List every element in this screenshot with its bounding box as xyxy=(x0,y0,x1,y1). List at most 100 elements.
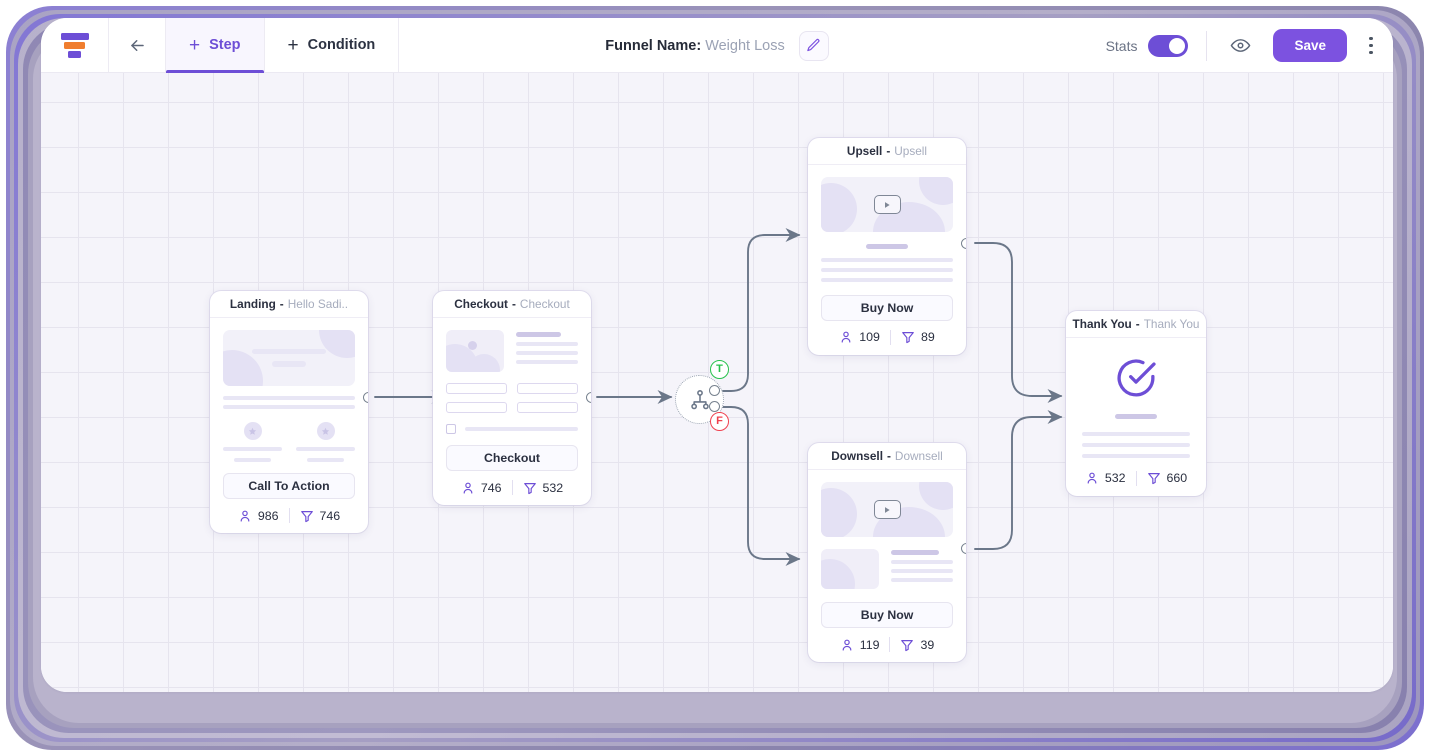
edit-funnel-name-button[interactable] xyxy=(798,30,829,61)
landing-cta-button[interactable]: Call To Action xyxy=(223,473,355,499)
upsell-conversions-value: 89 xyxy=(920,330,935,344)
landing-visitor-stat: 986 xyxy=(238,509,279,523)
tab-add-condition-label: Condition xyxy=(307,37,376,53)
toolbar-divider xyxy=(1206,30,1208,61)
stats-toggle[interactable] xyxy=(1148,34,1189,57)
toggle-knob xyxy=(1169,37,1186,54)
downsell-visitors-value: 119 xyxy=(859,637,880,652)
node-downsell-subtitle: Downsell xyxy=(894,449,943,463)
landing-output-port[interactable] xyxy=(363,392,368,403)
node-landing[interactable]: Landing - Hello Sadi.. Call To Action 98… xyxy=(210,291,368,533)
node-checkout-header: Checkout - Checkout xyxy=(433,291,591,318)
checkout-visitors-value: 746 xyxy=(480,480,502,495)
checkout-field-row-2 xyxy=(446,402,578,413)
node-downsell-header: Downsell - Downsell xyxy=(808,443,966,470)
downsell-output-port[interactable] xyxy=(961,543,966,554)
checkout-visitor-stat: 746 xyxy=(461,481,502,495)
node-downsell[interactable]: Downsell - Downsell Buy Now 119 39 xyxy=(808,443,966,662)
tab-add-condition[interactable]: + Condition xyxy=(265,18,400,72)
more-options-button[interactable] xyxy=(1361,31,1381,61)
funnel-logo-icon xyxy=(60,32,89,58)
checkout-conversions-value: 532 xyxy=(542,480,564,495)
plus-icon: + xyxy=(287,34,299,56)
downsell-visitor-stat: 119 xyxy=(840,637,880,652)
upsell-output-port[interactable] xyxy=(961,238,966,249)
node-checkout-subtitle: Checkout xyxy=(519,297,570,311)
play-icon xyxy=(885,201,890,208)
play-button[interactable] xyxy=(873,195,901,214)
downsell-image-placeholder xyxy=(821,549,879,589)
person-icon xyxy=(841,331,851,343)
upsell-conversion-stat: 89 xyxy=(901,330,935,344)
condition-false-port[interactable] xyxy=(709,401,720,412)
node-landing-body: Call To Action 986 746 xyxy=(210,318,368,533)
tab-add-step[interactable]: + Step xyxy=(166,18,265,73)
landing-feature-row xyxy=(223,422,355,462)
hierarchy-icon xyxy=(690,389,709,409)
node-title-separator: - xyxy=(511,297,516,311)
condition-true-badge: T xyxy=(710,360,729,379)
node-upsell[interactable]: Upsell - Upsell Buy Now 109 89 xyxy=(808,138,966,355)
node-landing-subtitle: Hello Sadi.. xyxy=(287,297,349,311)
condition-true-port[interactable] xyxy=(709,385,720,396)
node-upsell-subtitle: Upsell xyxy=(894,144,928,158)
back-button[interactable] xyxy=(109,18,166,72)
landing-conversion-stat: 746 xyxy=(300,509,340,523)
app-logo[interactable] xyxy=(41,18,109,72)
node-thankyou[interactable]: Thank You - Thank You 532 660 xyxy=(1066,311,1206,496)
upsell-stats: 109 89 xyxy=(821,329,953,345)
upsell-cta-button[interactable]: Buy Now xyxy=(821,294,953,321)
preview-button[interactable] xyxy=(1225,31,1255,61)
checkout-image-placeholder xyxy=(446,330,504,372)
checkout-top-row xyxy=(446,330,578,372)
downsell-cta-button[interactable]: Buy Now xyxy=(821,602,953,628)
node-title-separator: - xyxy=(1135,317,1140,331)
checkout-output-port[interactable] xyxy=(586,392,591,403)
star-icon xyxy=(248,427,257,435)
app-window: + Step + Condition Funnel Name: Weight L… xyxy=(41,18,1393,692)
star-icon xyxy=(321,427,330,435)
funnel-canvas[interactable]: Landing - Hello Sadi.. Call To Action 98… xyxy=(41,73,1393,692)
node-title-separator: - xyxy=(279,297,284,311)
toolbar-right-group: Stats Save xyxy=(1106,18,1393,73)
app-frame: + Step + Condition Funnel Name: Weight L… xyxy=(0,0,1430,756)
edge-condition-true-upsell xyxy=(718,227,801,392)
downsell-detail-row xyxy=(821,549,953,589)
upsell-visitor-stat: 109 xyxy=(839,330,880,344)
checkout-terms-row xyxy=(446,424,578,434)
checkout-cta-button[interactable]: Checkout xyxy=(446,445,578,471)
kebab-menu-icon xyxy=(1369,36,1373,41)
person-icon xyxy=(240,510,250,522)
node-thankyou-body: 532 660 xyxy=(1066,338,1206,496)
checkout-conversion-stat: 532 xyxy=(523,480,564,495)
arrow-left-icon xyxy=(130,39,144,51)
funnel-icon xyxy=(523,482,536,494)
play-icon xyxy=(885,506,890,513)
thankyou-conversions-value: 660 xyxy=(1166,471,1188,485)
person-icon xyxy=(1087,472,1097,484)
funnel-icon xyxy=(1147,473,1160,485)
checkout-checkbox[interactable] xyxy=(446,424,456,434)
check-circle-icon xyxy=(1117,359,1156,397)
node-checkout[interactable]: Checkout - Checkout Checkout 746 532 xyxy=(433,291,591,505)
node-upsell-body: Buy Now 109 89 xyxy=(808,165,966,355)
node-landing-title: Landing xyxy=(229,297,276,311)
save-button[interactable]: Save xyxy=(1273,29,1347,62)
condition-false-badge: F xyxy=(710,412,729,431)
upsell-video-preview xyxy=(821,177,953,232)
play-button[interactable] xyxy=(873,500,901,519)
node-downsell-title: Downsell xyxy=(831,449,883,463)
node-upsell-title: Upsell xyxy=(846,144,883,158)
downsell-conversions-value: 39 xyxy=(920,637,935,652)
thankyou-stats: 532 660 xyxy=(1082,470,1190,486)
plus-icon: + xyxy=(189,34,201,56)
thankyou-conversion-stat: 660 xyxy=(1147,471,1188,485)
landing-visitors-value: 986 xyxy=(257,508,279,523)
edge-upsell-thankyou xyxy=(974,242,1063,404)
landing-hero-preview xyxy=(223,330,355,386)
node-checkout-body: Checkout 746 532 xyxy=(433,318,591,505)
thankyou-visitor-stat: 532 xyxy=(1085,471,1126,485)
thankyou-visitors-value: 532 xyxy=(1104,471,1126,485)
node-title-separator: - xyxy=(886,449,891,463)
node-title-separator: - xyxy=(886,144,891,158)
